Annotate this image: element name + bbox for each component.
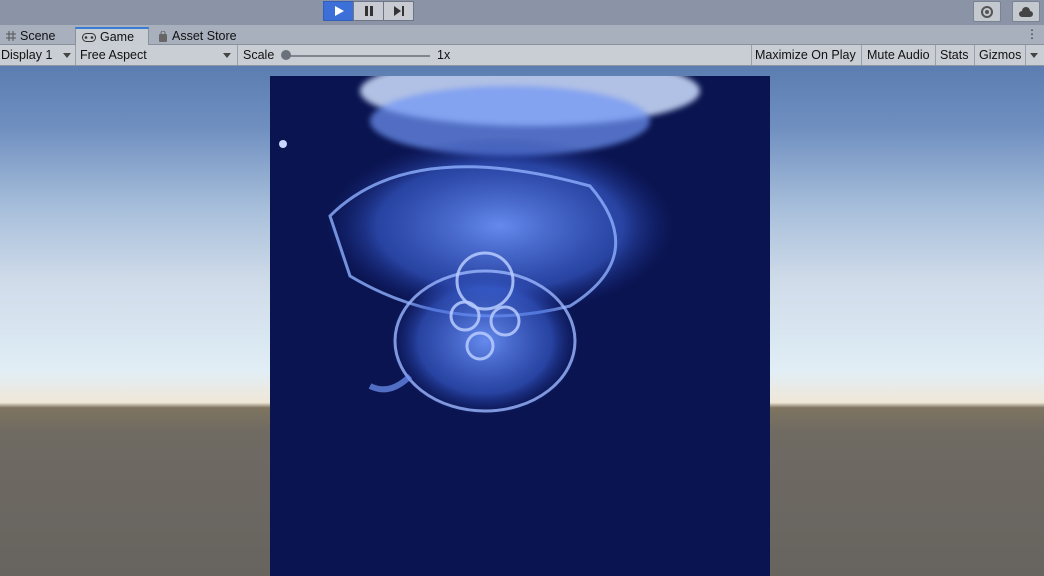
aspect-value: Free Aspect xyxy=(80,48,147,62)
display-dropdown[interactable]: Display 1 xyxy=(0,45,76,65)
bag-icon xyxy=(159,30,167,42)
scale-slider-thumb[interactable] xyxy=(281,50,291,60)
mute-label: Mute Audio xyxy=(867,48,930,62)
tab-label: Game xyxy=(100,30,135,44)
tab-menu-icon[interactable]: ⋮ xyxy=(1026,27,1038,41)
game-toolbar: Display 1 Free Aspect Scale 1x Maximize … xyxy=(0,45,1044,66)
jellyfish-image xyxy=(270,76,770,576)
tab-scene[interactable]: Scene xyxy=(0,27,74,45)
tab-asset-store[interactable]: Asset Store xyxy=(152,27,244,45)
display-value: Display 1 xyxy=(1,48,53,62)
cloud-icon xyxy=(1019,6,1033,17)
scale-label: Scale xyxy=(243,48,275,62)
gamepad-icon xyxy=(82,32,96,42)
play-controls xyxy=(323,1,414,22)
tab-label: Asset Store xyxy=(172,29,237,43)
step-button[interactable] xyxy=(383,1,414,21)
pause-button[interactable] xyxy=(353,1,384,21)
play-toolbar xyxy=(0,0,1044,25)
collab-button[interactable] xyxy=(973,1,1001,22)
maximize-on-play-toggle[interactable]: Maximize On Play xyxy=(752,45,862,65)
game-viewport[interactable] xyxy=(0,66,1044,576)
chevron-down-icon xyxy=(63,53,71,58)
stats-toggle[interactable]: Stats xyxy=(936,45,975,65)
chevron-down-icon xyxy=(1030,52,1038,58)
stats-label: Stats xyxy=(940,48,969,62)
collab-icon xyxy=(981,5,993,18)
scale-slider-track[interactable] xyxy=(286,55,430,57)
gizmos-dropdown[interactable] xyxy=(1026,45,1044,65)
gizmos-toggle[interactable]: Gizmos xyxy=(975,45,1026,65)
chevron-down-icon xyxy=(223,53,231,58)
step-icon xyxy=(393,6,404,16)
maximize-label: Maximize On Play xyxy=(755,48,856,62)
tab-bar: Scene Game Asset Store ⋮ xyxy=(0,25,1044,45)
pause-icon xyxy=(364,6,373,16)
gizmos-label: Gizmos xyxy=(979,48,1022,62)
cloud-button[interactable] xyxy=(1012,1,1040,22)
game-canvas[interactable] xyxy=(270,76,770,576)
play-icon xyxy=(334,6,344,16)
tab-label: Scene xyxy=(20,29,56,43)
aspect-dropdown[interactable]: Free Aspect xyxy=(76,45,238,65)
tab-game[interactable]: Game xyxy=(75,27,149,45)
play-button[interactable] xyxy=(323,1,354,21)
mute-audio-toggle[interactable]: Mute Audio xyxy=(862,45,936,65)
grid-icon xyxy=(6,31,16,41)
scale-value: 1x xyxy=(437,48,451,62)
